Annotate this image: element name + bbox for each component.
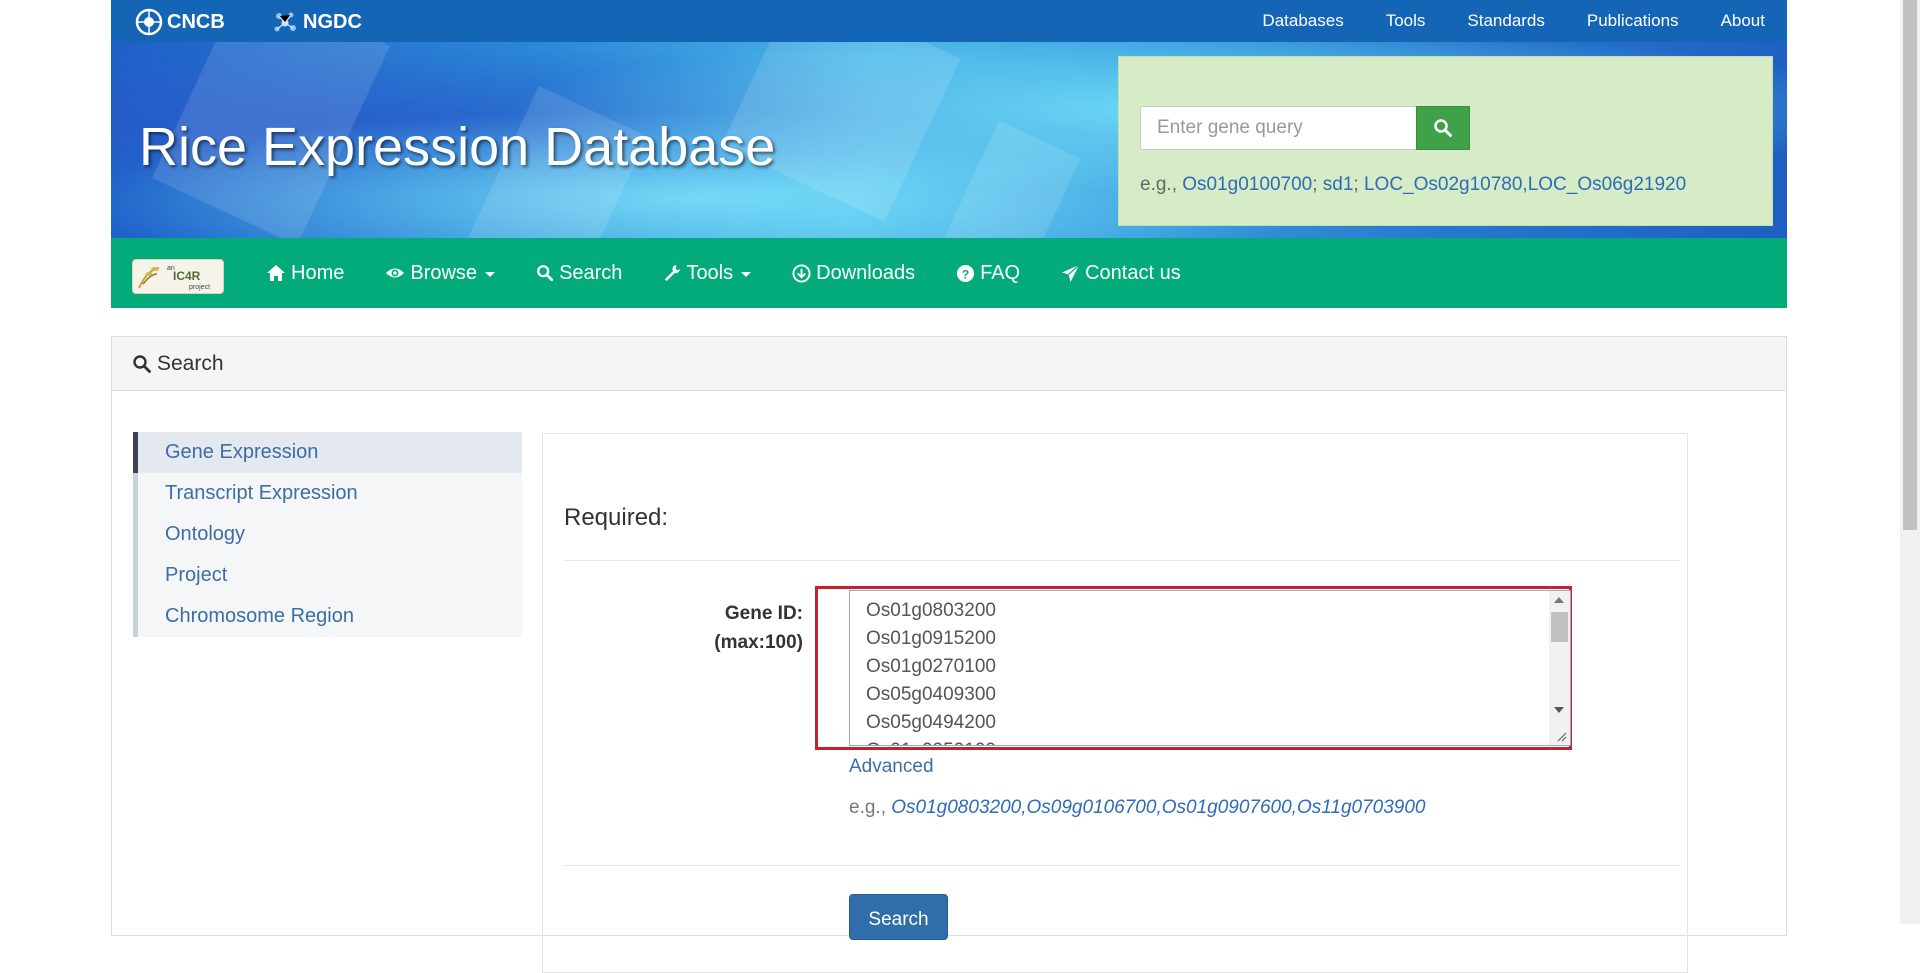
svg-text:?: ?: [962, 267, 970, 281]
nav-faq[interactable]: ? FAQ: [956, 262, 1020, 285]
search-panel: Search Gene Expression Transcript Expres…: [111, 336, 1787, 973]
eye-icon: [386, 268, 405, 278]
gene-id-line: Os05g0409300: [866, 684, 996, 705]
gene-id-line: Os05g0494200: [866, 712, 996, 733]
home-icon: [267, 265, 285, 281]
query-examples: e.g., Os01g0100700; sd1; LOC_Os02g10780,…: [1140, 174, 1686, 196]
ic4r-logo[interactable]: an IC4R project: [132, 259, 224, 294]
gene-id-line: Os01g0803200: [866, 600, 996, 621]
gene-id-line: Os01g0915200: [866, 628, 996, 649]
example-ids-link[interactable]: Os01g0803200,Os09g0106700,Os01g0907600,O…: [891, 797, 1425, 818]
question-icon: ?: [957, 264, 975, 282]
nav-tools-label: Tools: [686, 261, 734, 284]
gene-id-example: e.g., Os01g0803200,Os09g0106700,Os01g090…: [849, 797, 1425, 819]
nav-faq-label: FAQ: [980, 261, 1021, 284]
topnav-standards[interactable]: Standards: [1467, 11, 1545, 31]
search-icon: [537, 265, 554, 282]
gene-id-label-line2: (max:100): [714, 632, 803, 653]
nav-browse[interactable]: Browse: [385, 261, 496, 285]
nav-home-label: Home: [291, 261, 345, 284]
svg-text:project: project: [189, 284, 210, 291]
site-title: Rice Expression Database: [139, 117, 776, 177]
nav-downloads-label: Downloads: [816, 261, 916, 284]
top-bar: CNCB NGDC Databases Tools Standards Publ…: [111, 0, 1787, 42]
advanced-link[interactable]: Advanced: [849, 756, 934, 778]
example-link-3[interactable]: LOC_Os02g10780,LOC_Os06g21920: [1364, 174, 1686, 195]
gene-id-list: Os01g0803200 Os01g0915200 Os01g0270100 O…: [866, 597, 996, 745]
topnav-about[interactable]: About: [1721, 11, 1765, 31]
banner: Rice Expression Database e.g., Os01g0100…: [111, 42, 1787, 238]
page-scrollbar-thumb[interactable]: [1903, 0, 1917, 530]
example-sep: ;: [1353, 174, 1359, 195]
svg-text:IC4R: IC4R: [173, 269, 201, 283]
search-type-menu: Gene Expression Transcript Expression On…: [133, 432, 522, 637]
search-icon: [1434, 119, 1452, 137]
main-nav: an IC4R project Home Browse Search Tools…: [111, 238, 1787, 308]
side-item-ontology[interactable]: Ontology: [133, 514, 522, 555]
wrench-icon: [665, 264, 681, 282]
search-icon: [133, 354, 151, 373]
ngdc-logo[interactable]: NGDC: [271, 8, 362, 36]
nav-search[interactable]: Search: [536, 262, 622, 285]
send-icon: [1062, 264, 1080, 282]
textarea-scrollbar[interactable]: [1549, 591, 1570, 745]
example-sep: ;: [1312, 174, 1318, 195]
scrollbar-thumb[interactable]: [1551, 612, 1568, 642]
topnav-publications[interactable]: Publications: [1587, 11, 1679, 31]
topnav-tools[interactable]: Tools: [1386, 11, 1426, 31]
panel-heading-label: Search: [157, 351, 224, 375]
gene-id-label: Gene ID: (max:100): [663, 599, 803, 657]
gene-id-textarea[interactable]: Os01g0803200 Os01g0915200 Os01g0270100 O…: [849, 590, 1571, 746]
nav-search-label: Search: [559, 261, 623, 284]
ngdc-label: NGDC: [303, 10, 362, 33]
gene-id-label-line1: Gene ID:: [724, 603, 803, 624]
nav-contact[interactable]: Contact us: [1061, 262, 1181, 285]
download-icon: [792, 263, 811, 283]
nav-contact-label: Contact us: [1085, 261, 1181, 284]
quick-search-button[interactable]: [1416, 106, 1470, 150]
ic4r-rice-icon: an IC4R project: [138, 265, 210, 291]
nav-tools[interactable]: Tools: [663, 261, 752, 285]
page-scrollbar[interactable]: [1900, 0, 1920, 924]
cncb-logo[interactable]: CNCB: [135, 8, 225, 36]
nav-downloads[interactable]: Downloads: [792, 262, 915, 285]
cncb-label: CNCB: [167, 10, 225, 33]
quick-search-box: e.g., Os01g0100700; sd1; LOC_Os02g10780,…: [1118, 56, 1773, 226]
caret-down-icon: [485, 272, 496, 277]
example-link-2[interactable]: sd1: [1323, 174, 1354, 195]
side-item-transcript-expression[interactable]: Transcript Expression: [133, 473, 522, 514]
cncb-emblem-icon: [135, 8, 163, 36]
gene-id-line: Os01g0270100: [866, 656, 996, 677]
divider: [564, 560, 1680, 561]
divider: [564, 865, 1680, 866]
caret-down-icon: [741, 272, 752, 277]
top-nav: Databases Tools Standards Publications A…: [1220, 0, 1765, 42]
side-item-chromosome-region[interactable]: Chromosome Region: [133, 596, 522, 637]
nav-browse-label: Browse: [410, 261, 478, 284]
required-heading: Required:: [564, 504, 669, 531]
side-item-gene-expression[interactable]: Gene Expression: [133, 432, 522, 473]
gene-expression-form: Required: Gene ID: (max:100) Os01g080320…: [542, 433, 1688, 973]
gene-query-input[interactable]: [1140, 106, 1416, 150]
example-prefix: e.g.,: [849, 797, 886, 818]
example-prefix: e.g.,: [1140, 174, 1177, 195]
search-button[interactable]: Search: [849, 894, 948, 940]
nav-home[interactable]: Home: [266, 262, 344, 285]
example-link-1[interactable]: Os01g0100700: [1182, 174, 1312, 195]
panel-heading: Search: [112, 337, 1786, 391]
side-item-project[interactable]: Project: [133, 555, 522, 596]
resize-grip-icon[interactable]: [1557, 732, 1567, 742]
topnav-databases[interactable]: Databases: [1262, 11, 1343, 31]
scroll-down-icon[interactable]: [1554, 707, 1564, 713]
gene-id-line: Os01g0950100: [866, 737, 996, 745]
ngdc-molecule-icon: [274, 12, 296, 32]
main-nav-items: Home Browse Search Tools Downloads ? FAQ…: [266, 238, 1222, 308]
scroll-up-icon[interactable]: [1554, 597, 1564, 603]
